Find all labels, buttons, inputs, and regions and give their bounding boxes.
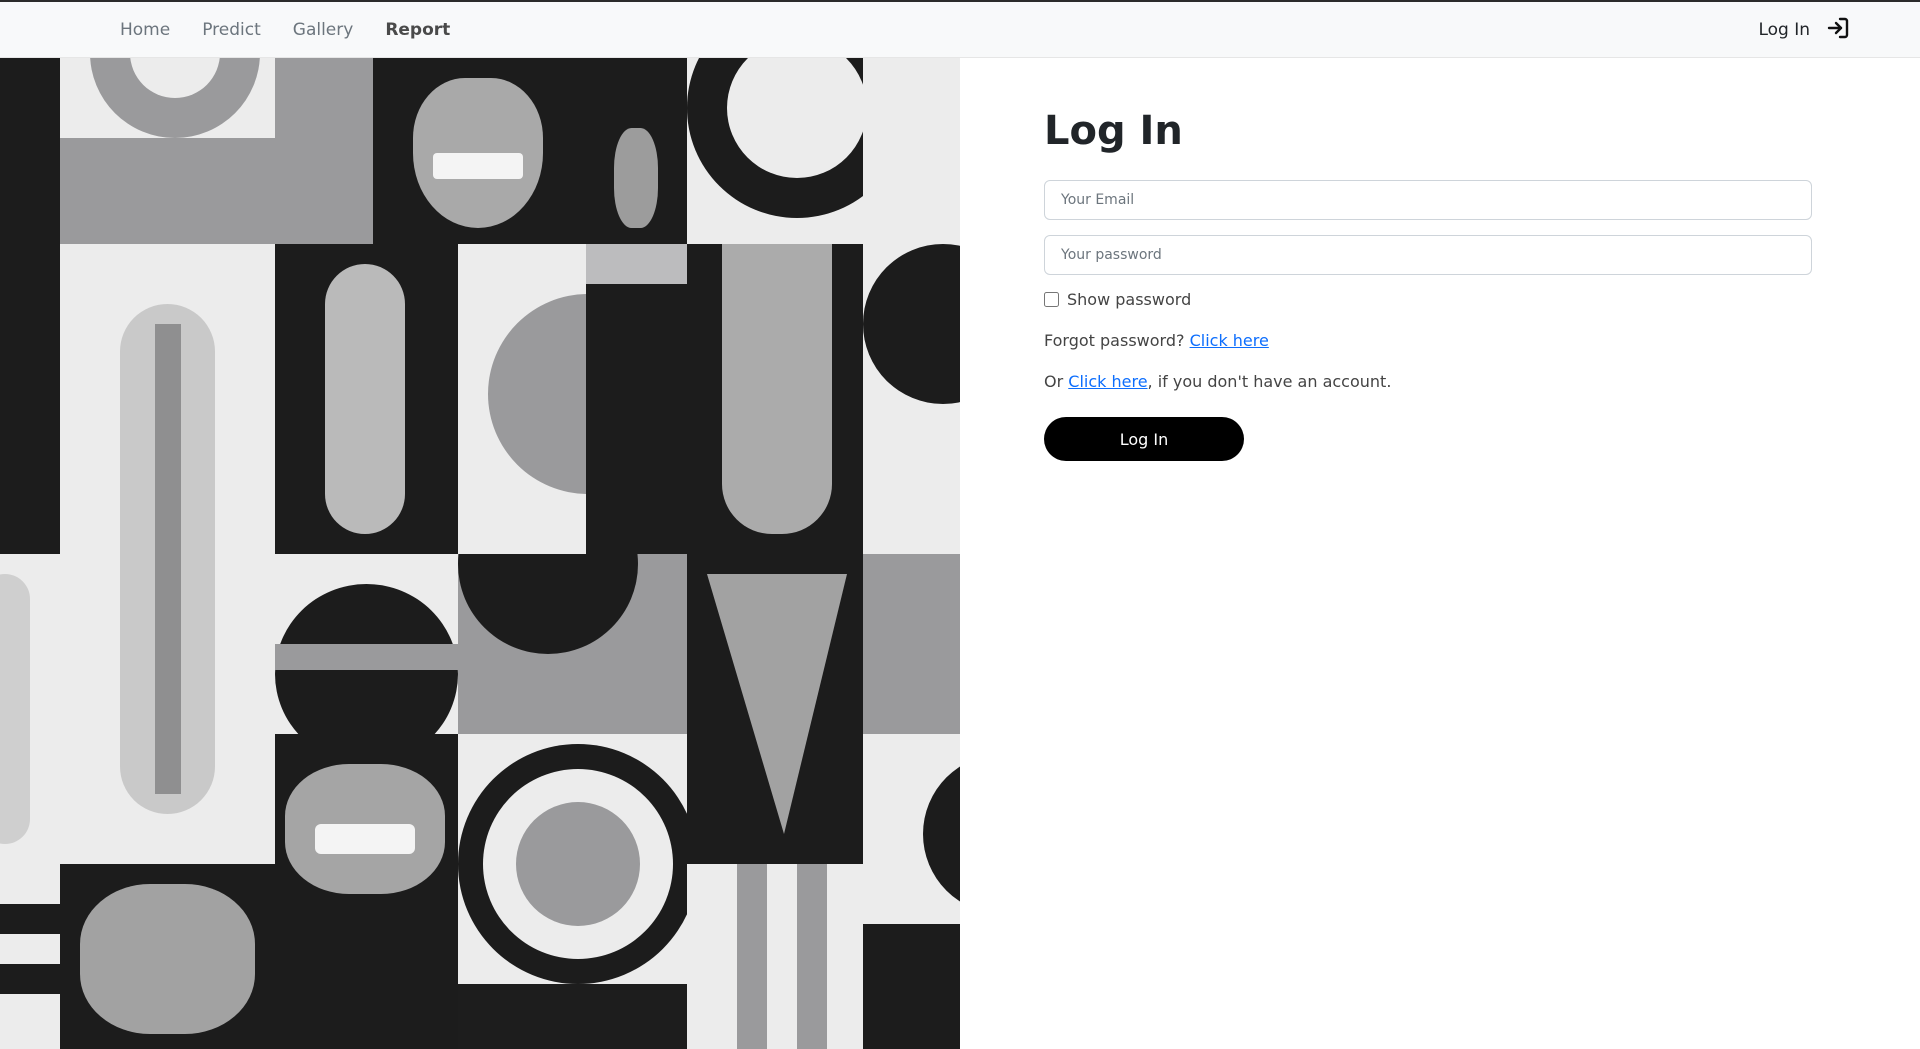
forgot-password-line: Forgot password? Click here <box>1044 331 1812 350</box>
show-password-label: Show password <box>1067 290 1192 309</box>
nav-predict[interactable]: Predict <box>202 20 261 40</box>
nav-home[interactable]: Home <box>120 20 170 40</box>
email-field[interactable] <box>1044 180 1812 220</box>
show-password-row: Show password <box>1044 290 1812 309</box>
nav-gallery[interactable]: Gallery <box>293 20 354 40</box>
page-title: Log In <box>1044 108 1183 154</box>
nav-report[interactable]: Report <box>385 20 450 40</box>
signup-prefix: Or <box>1044 372 1064 391</box>
nav-login-link[interactable]: Log In <box>1758 2 1850 58</box>
navbar: Home Predict Gallery Report Log In <box>0 2 1920 58</box>
show-password-checkbox[interactable] <box>1044 292 1059 307</box>
sign-in-icon <box>1826 16 1850 45</box>
signup-suffix: , if you don't have an account. <box>1147 372 1392 391</box>
forgot-password-link[interactable]: Click here <box>1190 331 1269 350</box>
nav-login-label: Log In <box>1758 20 1810 40</box>
signup-link[interactable]: Click here <box>1068 372 1147 391</box>
xray-mosaic-image <box>0 58 960 1049</box>
login-button[interactable]: Log In <box>1044 417 1244 461</box>
nav-links: Home Predict Gallery Report <box>120 2 450 58</box>
login-form: Log In Show password Forgot password? Cl… <box>1044 108 1812 461</box>
signup-line: Or Click here, if you don't have an acco… <box>1044 372 1812 391</box>
password-field[interactable] <box>1044 235 1812 275</box>
forgot-password-text: Forgot password? <box>1044 331 1185 350</box>
